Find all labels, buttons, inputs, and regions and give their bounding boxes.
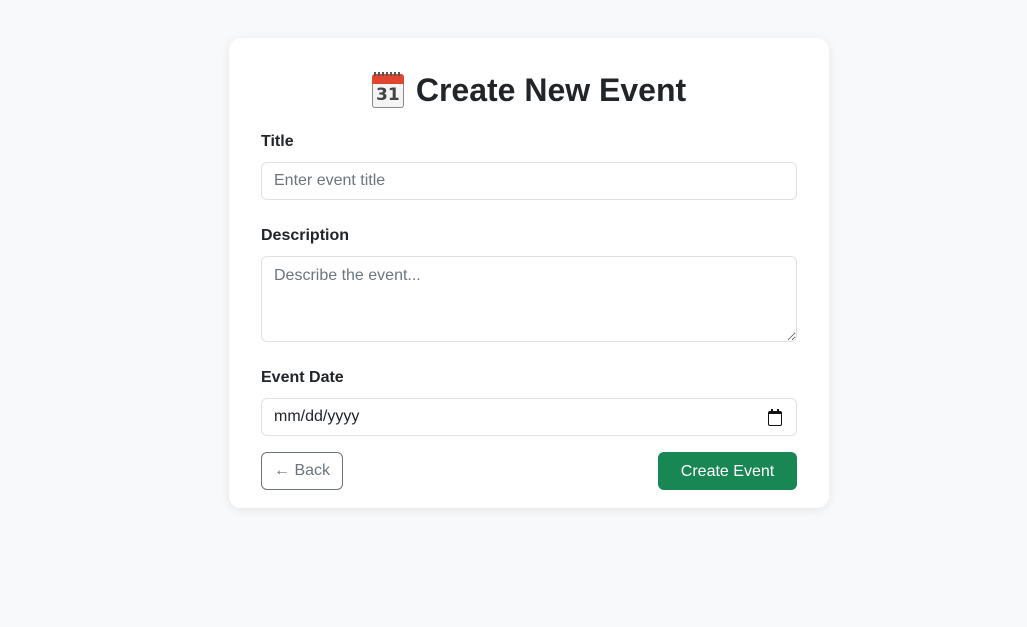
title-input[interactable]: [261, 162, 797, 200]
title-label: Title: [261, 133, 294, 150]
calendar-icon-day: 31: [371, 84, 404, 108]
create-event-button[interactable]: Create Event: [658, 452, 797, 490]
event-date-placeholder: mm/dd/yyyy: [274, 408, 360, 425]
event-date-label: Event Date: [261, 369, 344, 386]
create-event-card: 31 Create New Event Title Description Ev…: [229, 38, 829, 508]
calendar-icon: 31: [371, 72, 404, 108]
event-date-input[interactable]: mm/dd/yyyy: [261, 398, 797, 436]
form-actions: ← Back Create Event: [261, 452, 797, 490]
header: 31 Create New Event: [261, 70, 797, 110]
page-title: Create New Event: [415, 72, 687, 108]
description-label: Description: [261, 227, 350, 244]
description-textarea[interactable]: [261, 256, 797, 342]
calendar-picker-icon[interactable]: [768, 409, 782, 426]
back-button[interactable]: ← Back: [261, 452, 344, 490]
